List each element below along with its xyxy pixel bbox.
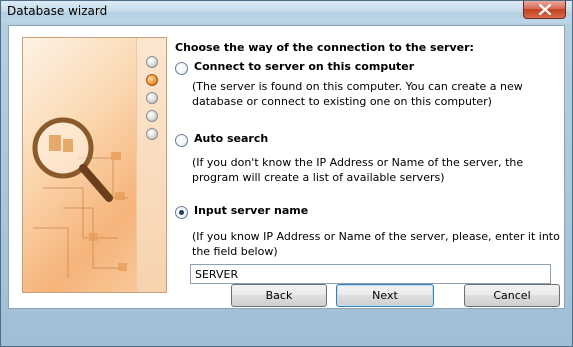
step-dot-current (146, 74, 158, 86)
back-button[interactable]: Back (231, 284, 327, 307)
wizard-window: Database wizard Choose the way of the co… (0, 0, 573, 347)
step-dot (146, 110, 158, 122)
step-dot (146, 92, 158, 104)
option-label-connect-local[interactable]: Connect to server on this computer (194, 60, 414, 73)
window-title: Database wizard (7, 4, 108, 18)
server-name-input[interactable] (190, 264, 551, 284)
page-heading: Choose the way of the connection to the … (175, 41, 474, 54)
option-description-connect-local: (The server is found on this computer. Y… (192, 80, 523, 108)
wizard-panel: Choose the way of the connection to the … (8, 25, 565, 309)
radio-input-server-name[interactable] (175, 206, 188, 219)
step-dot (146, 56, 158, 68)
option-label-input-server-name[interactable]: Input server name (194, 204, 308, 217)
wizard-illustration (22, 37, 167, 293)
close-button[interactable] (523, 1, 566, 19)
title-bar[interactable]: Database wizard (1, 1, 572, 23)
step-dot (146, 128, 158, 140)
wizard-step-indicator (136, 38, 166, 292)
option-description-auto-search: (If you don't know the IP Address or Nam… (192, 156, 524, 184)
option-label-auto-search[interactable]: Auto search (194, 132, 268, 145)
radio-connect-local[interactable] (175, 62, 188, 75)
option-description-input-server-name: (If you know IP Address or Name of the s… (192, 230, 560, 258)
radio-auto-search[interactable] (175, 134, 188, 147)
next-button[interactable]: Next (336, 284, 434, 307)
cancel-button[interactable]: Cancel (464, 284, 560, 307)
magnifier-illustration-icon (32, 117, 128, 278)
close-icon (538, 4, 552, 15)
